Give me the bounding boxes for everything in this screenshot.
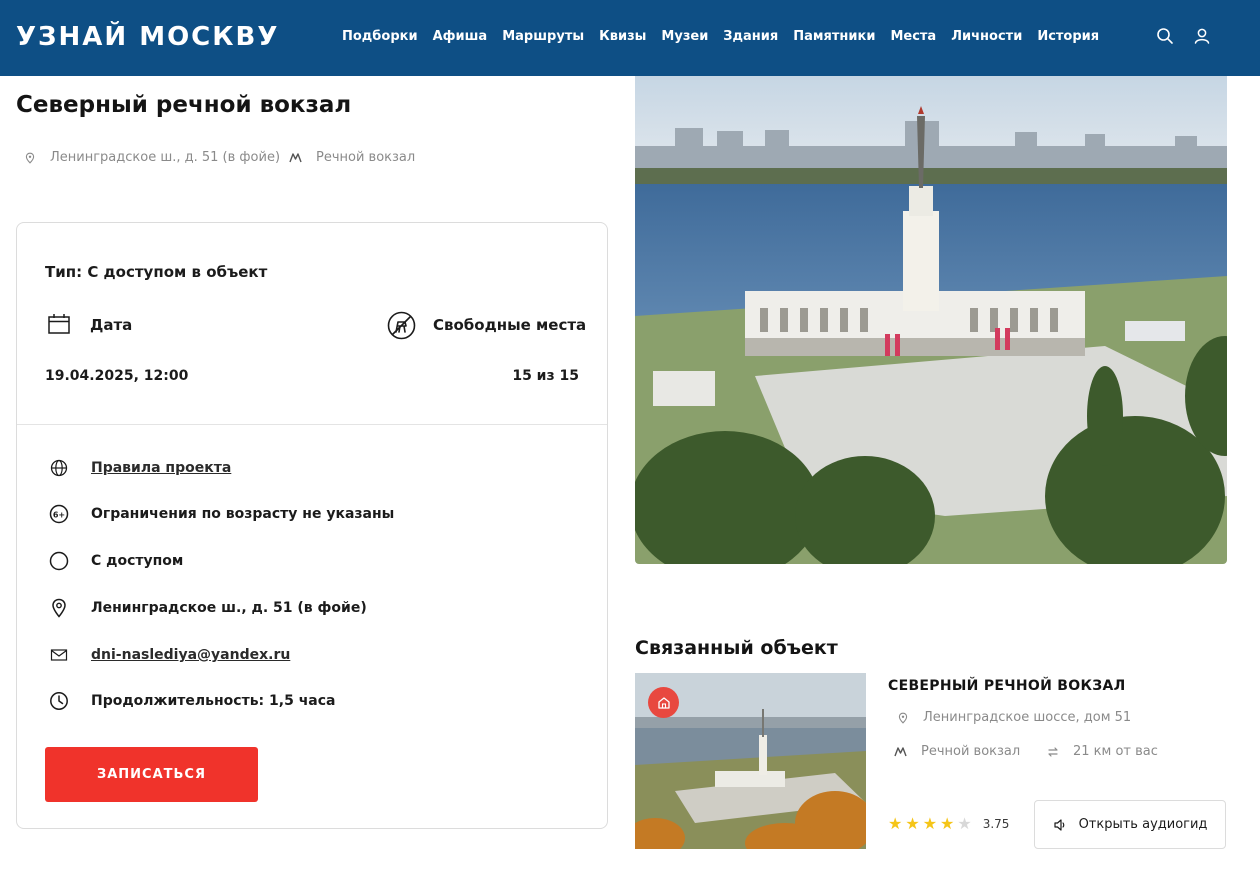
- place-category-badge: [648, 687, 679, 718]
- star-filled-icon: ★: [922, 814, 938, 833]
- related-address-meta: Ленинградское шоссе, дом 51: [897, 710, 1131, 725]
- nav-item-zdaniya[interactable]: Здания: [723, 29, 778, 44]
- nav-item-mesta[interactable]: Места: [890, 29, 936, 44]
- nav-item-istoriya[interactable]: История: [1037, 29, 1099, 44]
- seats-label: Свободные места: [433, 316, 587, 334]
- event-type: Тип: С доступом в объект: [45, 263, 268, 281]
- site-header: УЗНАЙ МОСКВУ Подборки Афиша Маршруты Кви…: [0, 0, 1260, 76]
- duration-text: Продолжительность: 1,5 часа: [91, 693, 336, 709]
- globe-icon: [50, 459, 68, 477]
- event-metro-meta: Речной вокзал: [289, 150, 415, 165]
- nav-item-afisha[interactable]: Афиша: [433, 29, 488, 44]
- age-row: 6+ Ограничения по возрасту не указаны: [49, 504, 394, 524]
- email-link[interactable]: dni-naslediya@yandex.ru: [91, 647, 290, 663]
- star-filled-icon: ★: [940, 814, 955, 833]
- related-distance-meta: 21 км от вас: [1047, 744, 1158, 759]
- seats-value: 15 из 15: [512, 368, 579, 384]
- related-metro-meta: Речной вокзал: [894, 744, 1020, 759]
- related-metro-text: Речной вокзал: [921, 744, 1021, 759]
- svg-text:6+: 6+: [53, 511, 65, 520]
- access-circle-icon: [49, 551, 69, 571]
- event-info-card: Тип: С доступом в объект Дата Свободные …: [16, 222, 608, 829]
- signup-button[interactable]: ЗАПИСАТЬСЯ: [45, 747, 258, 802]
- access-row: С доступом: [49, 551, 183, 571]
- hero-photo: [635, 76, 1227, 564]
- related-object-photo[interactable]: [635, 673, 866, 849]
- related-object-title: Связанный объект: [635, 637, 838, 659]
- rating-stars: ★ ★ ★ ★ ★ 3.75: [888, 816, 1009, 832]
- nav-item-muzei[interactable]: Музеи: [661, 29, 708, 44]
- site-logo[interactable]: УЗНАЙ МОСКВУ: [16, 22, 279, 52]
- card-divider: [17, 424, 607, 425]
- speaker-icon: [1053, 818, 1064, 831]
- email-row: dni-naslediya@yandex.ru: [49, 645, 290, 665]
- calendar-icon: [48, 314, 70, 334]
- access-text: С доступом: [91, 553, 184, 569]
- age-limit-icon: 6+: [49, 504, 69, 524]
- date-value: 19.04.2025, 12:00: [45, 368, 189, 384]
- open-audioguide-button[interactable]: Открыть аудиогид: [1034, 800, 1226, 849]
- age-limit-text: Ограничения по возрасту не указаны: [91, 506, 395, 522]
- event-address-text: Ленинградское ш., д. 51 (в фойе): [50, 150, 281, 165]
- related-address-text: Ленинградское шоссе, дом 51: [923, 710, 1132, 725]
- nav-item-podborki[interactable]: Подборки: [342, 29, 418, 44]
- building-icon: [657, 696, 670, 709]
- date-label: Дата: [90, 316, 133, 334]
- mail-icon: [50, 649, 68, 661]
- location-pin-icon: [898, 712, 908, 724]
- user-icon[interactable]: [1192, 26, 1212, 46]
- rules-link[interactable]: Правила проекта: [91, 460, 231, 476]
- metro-icon: [289, 153, 302, 163]
- nav-item-kvizy[interactable]: Квизы: [599, 29, 646, 44]
- event-address-meta: Ленинградское ш., д. 51 (в фойе): [24, 150, 280, 165]
- related-object-name[interactable]: СЕВЕРНЫЙ РЕЧНОЙ ВОКЗАЛ: [888, 678, 1126, 694]
- duration-row: Продолжительность: 1,5 часа: [49, 691, 336, 711]
- rating-value: 3.75: [982, 817, 1010, 831]
- main-nav: Подборки Афиша Маршруты Квизы Музеи Здан…: [342, 29, 1099, 44]
- metro-icon: [894, 747, 907, 757]
- star-filled-icon: ★: [905, 814, 920, 833]
- star-empty-icon: ★: [957, 814, 972, 833]
- nav-item-lichnosti[interactable]: Личности: [951, 29, 1022, 44]
- star-filled-icon: ★: [888, 814, 903, 833]
- nav-item-pamyatniki[interactable]: Памятники: [793, 29, 875, 44]
- address-text: Ленинградское ш., д. 51 (в фойе): [91, 600, 367, 616]
- location-pin-icon: [52, 598, 66, 618]
- hero-photo-river-station: [635, 76, 1227, 564]
- search-icon[interactable]: [1155, 26, 1175, 46]
- rules-row: Правила проекта: [49, 458, 231, 478]
- event-metro-text: Речной вокзал: [316, 150, 416, 165]
- address-row: Ленинградское ш., д. 51 (в фойе): [49, 598, 367, 618]
- clock-icon: [50, 692, 68, 710]
- page-title: Северный речной вокзал: [16, 92, 352, 118]
- distance-icon: [1048, 746, 1058, 757]
- nav-item-marshruty[interactable]: Маршруты: [502, 29, 584, 44]
- related-distance-text: 21 км от вас: [1073, 744, 1158, 759]
- location-pin-icon: [25, 152, 35, 164]
- seat-icon: [387, 311, 416, 340]
- audio-button-label: Открыть аудиогид: [1078, 817, 1208, 832]
